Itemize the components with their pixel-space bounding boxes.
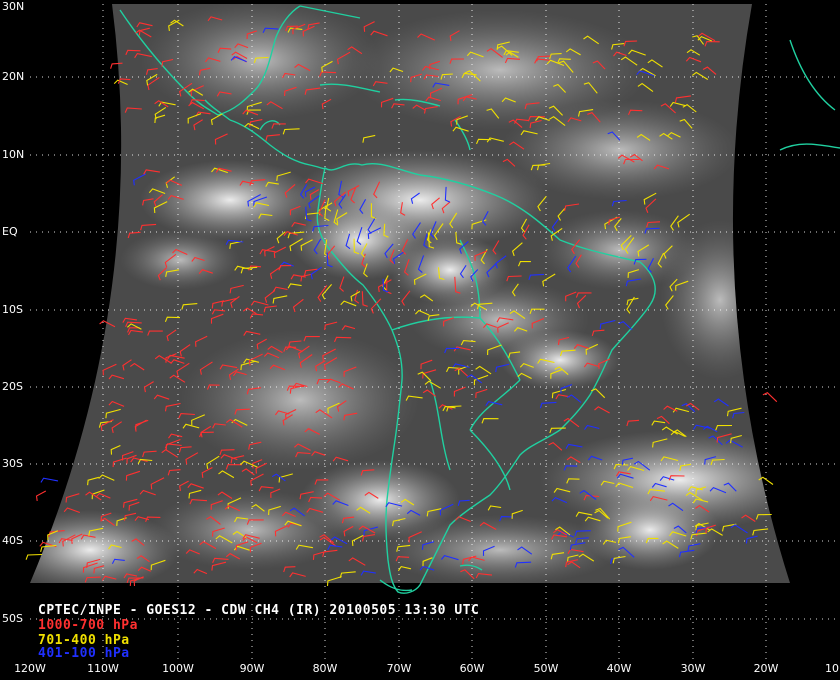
lat-label-20s: 20S [2, 380, 23, 393]
lon-label-100w: 100W [162, 662, 194, 675]
satellite-map [0, 0, 840, 680]
satellite-image [30, 4, 790, 583]
lon-label-60w: 60W [459, 662, 485, 675]
lon-label-120w: 120W [14, 662, 46, 675]
lat-label-10s: 10S [2, 303, 23, 316]
lon-label-30w: 30W [680, 662, 706, 675]
lat-label-20n: 20N [2, 70, 25, 83]
lat-label-30s: 30S [2, 457, 23, 470]
legend-low-level: 1000-700 hPa [38, 618, 138, 633]
map-title: CPTEC/INPE - GOES12 - CDW CH4 (IR) 20100… [38, 603, 480, 618]
lon-label-110w: 110W [87, 662, 119, 675]
lat-label-40s: 40S [2, 534, 23, 547]
lon-label-70w: 70W [386, 662, 412, 675]
lon-label-20w: 20W [753, 662, 779, 675]
lat-label-10n: 10N [2, 148, 25, 161]
lon-label-50w: 50W [533, 662, 559, 675]
lon-label-40w: 40W [606, 662, 632, 675]
lon-label-90w: 90W [239, 662, 265, 675]
lon-label-10w: 10 [825, 662, 839, 675]
lon-label-80w: 80W [312, 662, 338, 675]
lat-label-30n: 30N [2, 0, 25, 13]
lat-label-50s: 50S [2, 612, 23, 625]
lat-label-eq: EQ [2, 225, 18, 238]
legend-high-level: 401-100 hPa [38, 646, 130, 661]
